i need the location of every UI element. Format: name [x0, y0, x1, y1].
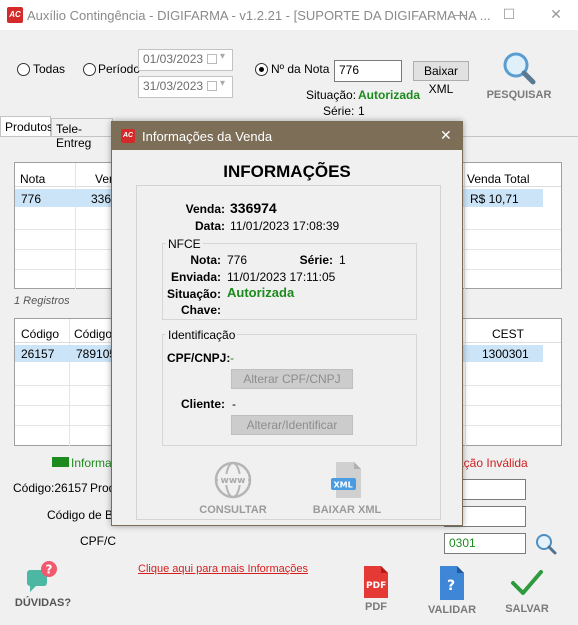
nfce-nota-value: 776: [227, 253, 248, 267]
alterar-identificar-button[interactable]: Alterar/Identificar: [231, 415, 353, 435]
baixar-xml-modal-button[interactable]: BAIXAR XML: [305, 504, 389, 516]
magnifier-icon[interactable]: [533, 532, 559, 556]
radio-periodo-label: Período: [98, 62, 141, 76]
checkmark-icon[interactable]: [510, 568, 544, 598]
legend-green-swatch: [52, 457, 69, 467]
more-info-link[interactable]: Clique aqui para mais Informações: [138, 563, 308, 575]
venda-value: 336974: [230, 200, 277, 216]
situacao-label: Situação:: [306, 88, 357, 102]
data-value: 11/01/2023 17:08:39: [230, 219, 340, 233]
title-bar: AC Auxílio Contingência - DIGIFARMA - v1…: [0, 0, 578, 30]
nfce-group-title: NFCE: [166, 237, 203, 251]
cliente-label: Cliente:: [181, 397, 226, 411]
validar-button[interactable]: VALIDAR: [420, 604, 484, 616]
serie-label: Série:: [323, 104, 355, 118]
nfce-serie-value: 1: [339, 253, 346, 267]
close-icon[interactable]: ✕: [440, 127, 452, 144]
question-document-icon[interactable]: ?: [437, 565, 467, 601]
cpf-field[interactable]: 0301: [444, 533, 526, 554]
close-icon[interactable]: ✕: [546, 6, 566, 23]
identificacao-group-title: Identificação: [166, 328, 238, 342]
calendar-checkbox-icon[interactable]: [207, 81, 217, 91]
consultar-button[interactable]: CONSULTAR: [192, 504, 274, 516]
radio-todas-label: Todas: [33, 62, 66, 76]
svg-text:?: ?: [46, 563, 53, 577]
chevron-down-icon[interactable]: ▾: [220, 78, 225, 89]
date-from-value: 01/03/2023: [143, 52, 204, 66]
cpf-cnpj-label: CPF/CNPJ:: [167, 351, 231, 365]
minimize-icon[interactable]: —: [450, 6, 470, 22]
sale-info-dialog: AC Informações da Venda ✕ INFORMAÇÕES Ve…: [111, 121, 463, 526]
nfce-enviada-value: 11/01/2023 17:11:05: [227, 270, 336, 284]
cliente-value: -: [232, 397, 236, 411]
cell-codigo: 26157: [21, 347, 55, 361]
salvar-button[interactable]: SALVAR: [497, 603, 557, 615]
data-label: Data:: [194, 219, 225, 233]
xml-text: XML: [334, 481, 353, 490]
cell-total: R$ 10,71: [470, 192, 519, 206]
svg-text:PDF: PDF: [366, 581, 386, 591]
nfce-serie-label: Série:: [299, 253, 333, 267]
dialog-title: Informações da Venda: [142, 129, 273, 144]
radio-nota[interactable]: [255, 63, 268, 76]
www-text: www: [221, 476, 246, 486]
serie-value: 1: [358, 104, 365, 118]
dialog-title-bar: AC Informações da Venda ✕: [112, 122, 462, 150]
nfce-enviada-label: Enviada:: [170, 270, 221, 284]
window-title: Auxílio Contingência - DIGIFARMA - v1.2.…: [27, 8, 491, 23]
column-divider: [69, 319, 70, 446]
legend-left-text: Informa: [71, 456, 112, 470]
pdf-button[interactable]: PDF: [356, 601, 396, 613]
app-logo-icon: AC: [121, 129, 135, 143]
nfce-nota-label: Nota:: [190, 253, 221, 267]
pesquisar-button[interactable]: PESQUISAR: [483, 89, 555, 101]
baixar-xml-button[interactable]: Baixar XML: [413, 61, 469, 96]
column-divider: [465, 319, 466, 446]
nfce-chave-label: Chave:: [180, 303, 221, 317]
tab-produtos[interactable]: Produtos: [0, 116, 53, 137]
globe-www-icon[interactable]: www: [212, 461, 254, 501]
sales-header-total[interactable]: Venda Total: [467, 172, 530, 186]
date-to-value: 31/03/2023: [143, 79, 204, 93]
column-divider: [75, 163, 76, 289]
codigo-text: Código:26157: [13, 481, 88, 495]
app-logo-icon: AC: [7, 7, 23, 23]
calendar-checkbox-icon[interactable]: [207, 54, 217, 64]
codigo-barras-label: Código de Ba: [47, 508, 120, 522]
nfce-situacao-value: Autorizada: [227, 285, 295, 300]
sales-header-nota[interactable]: Nota: [20, 172, 45, 186]
situacao-value: Autorizada: [358, 88, 421, 102]
column-divider: [464, 163, 465, 289]
svg-text:?: ?: [447, 578, 455, 594]
cpf-label: CPF/C: [80, 534, 116, 548]
records-count: 1 Registros: [14, 295, 70, 307]
question-chat-icon[interactable]: ?: [24, 560, 62, 594]
date-to-field[interactable]: 31/03/2023 ▾: [138, 76, 233, 98]
cell-nota: 776: [21, 192, 42, 206]
radio-periodo[interactable]: [83, 63, 96, 76]
dialog-heading: INFORMAÇÕES: [223, 162, 351, 181]
magnifier-icon[interactable]: [500, 50, 540, 86]
nfce-situacao-label: Situação:: [166, 287, 221, 301]
date-from-field[interactable]: 01/03/2023 ▾: [138, 49, 233, 71]
pdf-file-icon[interactable]: PDF: [361, 565, 391, 599]
venda-label: Venda:: [185, 202, 225, 216]
radio-todas[interactable]: [17, 63, 30, 76]
duvidas-button[interactable]: DÚVIDAS?: [8, 597, 78, 609]
chevron-down-icon[interactable]: ▾: [220, 51, 225, 62]
radio-nota-label: Nº da Nota: [271, 62, 330, 76]
tab-tele-entrega[interactable]: Tele-Entreg: [51, 118, 113, 150]
maximize-icon[interactable]: ☐: [499, 6, 519, 23]
cell-cest: 1300301: [482, 347, 529, 361]
xml-file-icon[interactable]: XML: [330, 461, 366, 499]
alterar-cpf-button[interactable]: Alterar CPF/CNPJ: [231, 369, 353, 389]
products-header-codigo[interactable]: Código: [21, 327, 59, 341]
info-panel: Venda: 336974 Data: 11/01/2023 17:08:39 …: [136, 185, 441, 520]
cpf-cnpj-value: -: [230, 351, 234, 365]
products-header-cest[interactable]: CEST: [492, 327, 524, 341]
legend-right-text: ação Inválida: [457, 456, 528, 470]
nota-input[interactable]: 776: [334, 60, 402, 82]
